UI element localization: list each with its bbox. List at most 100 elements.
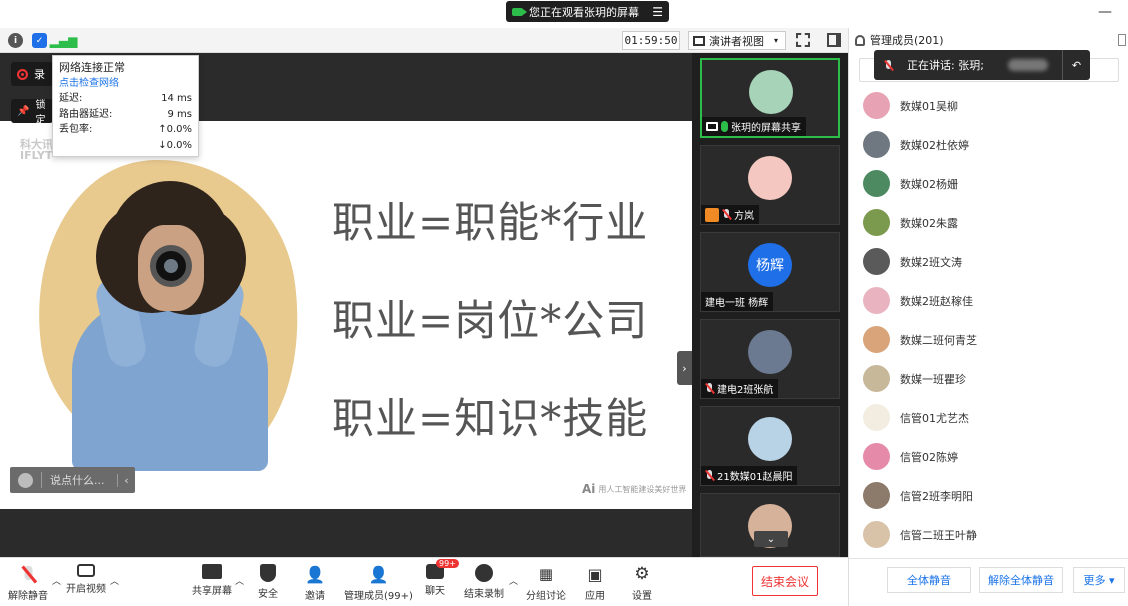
popout-icon[interactable] xyxy=(1118,34,1126,46)
check-network-link[interactable]: 点击检查网络 xyxy=(59,76,192,92)
invite-button[interactable]: 👤 邀请 xyxy=(304,564,326,603)
apps-icon: ▣ xyxy=(587,564,603,584)
settings-label: 设置 xyxy=(632,591,652,602)
video-tile[interactable]: 张玥的屏幕共享 xyxy=(700,58,840,138)
end-meeting-button[interactable]: 结束会议 xyxy=(752,566,818,596)
chevron-up-icon[interactable]: ︿ xyxy=(235,574,244,587)
window-titlebar: 您正在观看张玥的屏幕 ☰ — xyxy=(0,0,1128,28)
avatar xyxy=(863,131,890,158)
video-tile[interactable]: 建电2班张航 xyxy=(700,319,840,399)
signal-strength-icon[interactable]: ▂▄▆ xyxy=(50,33,78,48)
chevron-up-icon[interactable]: ︿ xyxy=(110,574,119,587)
member-name: 数媒一班瞿珍 xyxy=(900,372,966,386)
emoji-icon[interactable] xyxy=(18,472,33,488)
member-list-item[interactable]: 数媒01吴柳 xyxy=(863,86,1123,125)
breakout-label: 分组讨论 xyxy=(526,591,566,602)
slide-line-2: 职业=岗位*公司 xyxy=(332,296,649,345)
video-tile-label: 21数媒01赵晨阳 xyxy=(701,466,798,485)
member-list-item[interactable]: 数媒02杨姗 xyxy=(863,164,1123,203)
network-row-value: ↓0.0% xyxy=(158,139,192,151)
start-video-button[interactable]: 开启视频 xyxy=(66,564,106,595)
apps-button[interactable]: ▣ 应用 xyxy=(584,564,606,603)
avatar xyxy=(863,443,890,470)
member-name: 数媒二班何青芝 xyxy=(900,333,977,347)
avatar xyxy=(863,170,890,197)
avatar xyxy=(863,287,890,314)
manage-members-button[interactable]: 👤 管理成员(99+) xyxy=(344,564,413,603)
toggle-sidebar-icon[interactable] xyxy=(827,33,841,47)
member-name: 信管01尤艺杰 xyxy=(900,411,969,425)
member-list-item[interactable]: 信管二班王叶静 xyxy=(863,515,1123,554)
network-row: 路由器延迟: 9 ms xyxy=(59,107,192,123)
avatar: 杨辉 xyxy=(748,243,792,287)
quick-chat-input[interactable]: 说点什么... ‹ xyxy=(10,467,135,493)
mic-muted-icon xyxy=(722,209,731,220)
member-list-item[interactable]: 数媒2班赵稼佳 xyxy=(863,281,1123,320)
blurred-name xyxy=(1007,59,1048,71)
participant-name: 21数媒01赵晨阳 xyxy=(717,472,793,483)
member-list-item[interactable]: 数媒一班瞿珍 xyxy=(863,359,1123,398)
member-name: 数媒01吴柳 xyxy=(900,99,958,113)
unmute-all-button[interactable]: 解除全体静音 xyxy=(979,567,1063,593)
network-row-value: 14 ms xyxy=(161,93,192,104)
add-user-icon: 👤 xyxy=(305,564,325,584)
viewing-screen-indicator[interactable]: 您正在观看张玥的屏幕 ☰ xyxy=(506,1,669,22)
member-list-item[interactable]: 数媒2班文涛 xyxy=(863,242,1123,281)
collapse-video-strip-button[interactable]: › xyxy=(677,351,692,385)
share-screen-button[interactable]: 共享屏幕 xyxy=(192,564,232,597)
member-list-item[interactable]: 信管2班李明阳 xyxy=(863,476,1123,515)
chevron-up-icon[interactable]: ︿ xyxy=(509,574,518,587)
chat-button[interactable]: 99+ 聊天 xyxy=(425,559,459,597)
end-record-button[interactable]: 结束录制 xyxy=(464,564,504,600)
chevron-left-icon[interactable]: ‹ xyxy=(117,473,135,487)
shield-icon[interactable]: ✓ xyxy=(32,33,47,48)
mic-on-icon xyxy=(721,121,728,132)
member-list-item[interactable]: 信管01尤艺杰 xyxy=(863,398,1123,437)
video-tile[interactable]: 方岚 xyxy=(700,145,840,225)
participant-name: 建电2班张航 xyxy=(717,385,774,396)
network-row: 延迟: 14 ms xyxy=(59,91,192,107)
view-mode-button[interactable]: 演讲者视图 ▾ xyxy=(688,31,786,50)
security-button[interactable]: 安全 xyxy=(258,564,278,600)
chevron-down-icon[interactable]: ⌄ xyxy=(754,531,788,547)
settings-button[interactable]: ⚙ 设置 xyxy=(631,564,653,602)
slide-line-1: 职业=职能*行业 xyxy=(332,198,649,247)
lock-button[interactable]: 📌 锁定 xyxy=(11,99,53,126)
back-icon[interactable]: ↶ xyxy=(1062,50,1090,80)
manage-members-label: 管理成员(99+) xyxy=(344,591,413,602)
slide-footer: Ai 用人工智能建设美好世界 xyxy=(582,482,686,496)
member-list-item[interactable]: 数媒二班何青芝 xyxy=(863,320,1123,359)
mute-all-button[interactable]: 全体静音 xyxy=(887,567,971,593)
fullscreen-icon[interactable] xyxy=(796,33,810,47)
member-list-item[interactable]: 信管02陈婷 xyxy=(863,437,1123,476)
record-button[interactable]: 录 xyxy=(11,62,53,86)
network-row-value: 9 ms xyxy=(167,108,193,120)
menu-icon[interactable]: ☰ xyxy=(652,5,663,19)
member-list-item[interactable]: 数媒02杜依婷 xyxy=(863,125,1123,164)
video-tile-label: 张玥的屏幕共享 xyxy=(702,117,806,136)
network-row-value: ↑0.0% xyxy=(158,124,192,135)
viewing-screen-text: 您正在观看张玥的屏幕 xyxy=(529,5,639,19)
unmute-button[interactable]: 解除静音 xyxy=(8,564,48,602)
share-screen-icon xyxy=(202,564,222,579)
network-row: ↓0.0% xyxy=(59,138,192,154)
speaking-indicator: 正在讲话: 张玥; ↶ xyxy=(874,50,1090,80)
slide-footer-mark: Ai xyxy=(582,482,596,496)
info-icon[interactable]: i xyxy=(8,33,23,48)
video-tile[interactable]: 杨辉 建电一班 杨辉 xyxy=(700,232,840,312)
member-list: 数媒01吴柳数媒02杜依婷 数媒02杨姗 数媒02朱露 数媒2班文涛 数媒2班赵稼佳数媒… xyxy=(863,86,1123,554)
slide-footer-text: 用人工智能建设美好世界 xyxy=(598,484,687,494)
avatar xyxy=(863,248,890,275)
mic-muted-icon xyxy=(884,59,893,71)
minimize-button[interactable]: — xyxy=(1098,4,1112,20)
video-tile[interactable] xyxy=(700,493,840,557)
avatar xyxy=(748,330,792,374)
breakout-button[interactable]: ▦ 分组讨论 xyxy=(526,564,566,602)
member-list-item[interactable]: 数媒02朱露 xyxy=(863,203,1123,242)
chevron-up-icon[interactable]: ︿ xyxy=(52,574,61,587)
more-button[interactable]: 更多 ▾ xyxy=(1073,567,1125,593)
video-tile-label: 建电一班 杨辉 xyxy=(701,292,774,311)
video-tile[interactable]: 21数媒01赵晨阳 xyxy=(700,406,840,486)
invite-label: 邀请 xyxy=(305,591,325,602)
network-status-popup: 网络连接正常 点击检查网络 延迟: 14 ms 路由器延迟: 9 ms 丢包率:… xyxy=(52,55,199,157)
